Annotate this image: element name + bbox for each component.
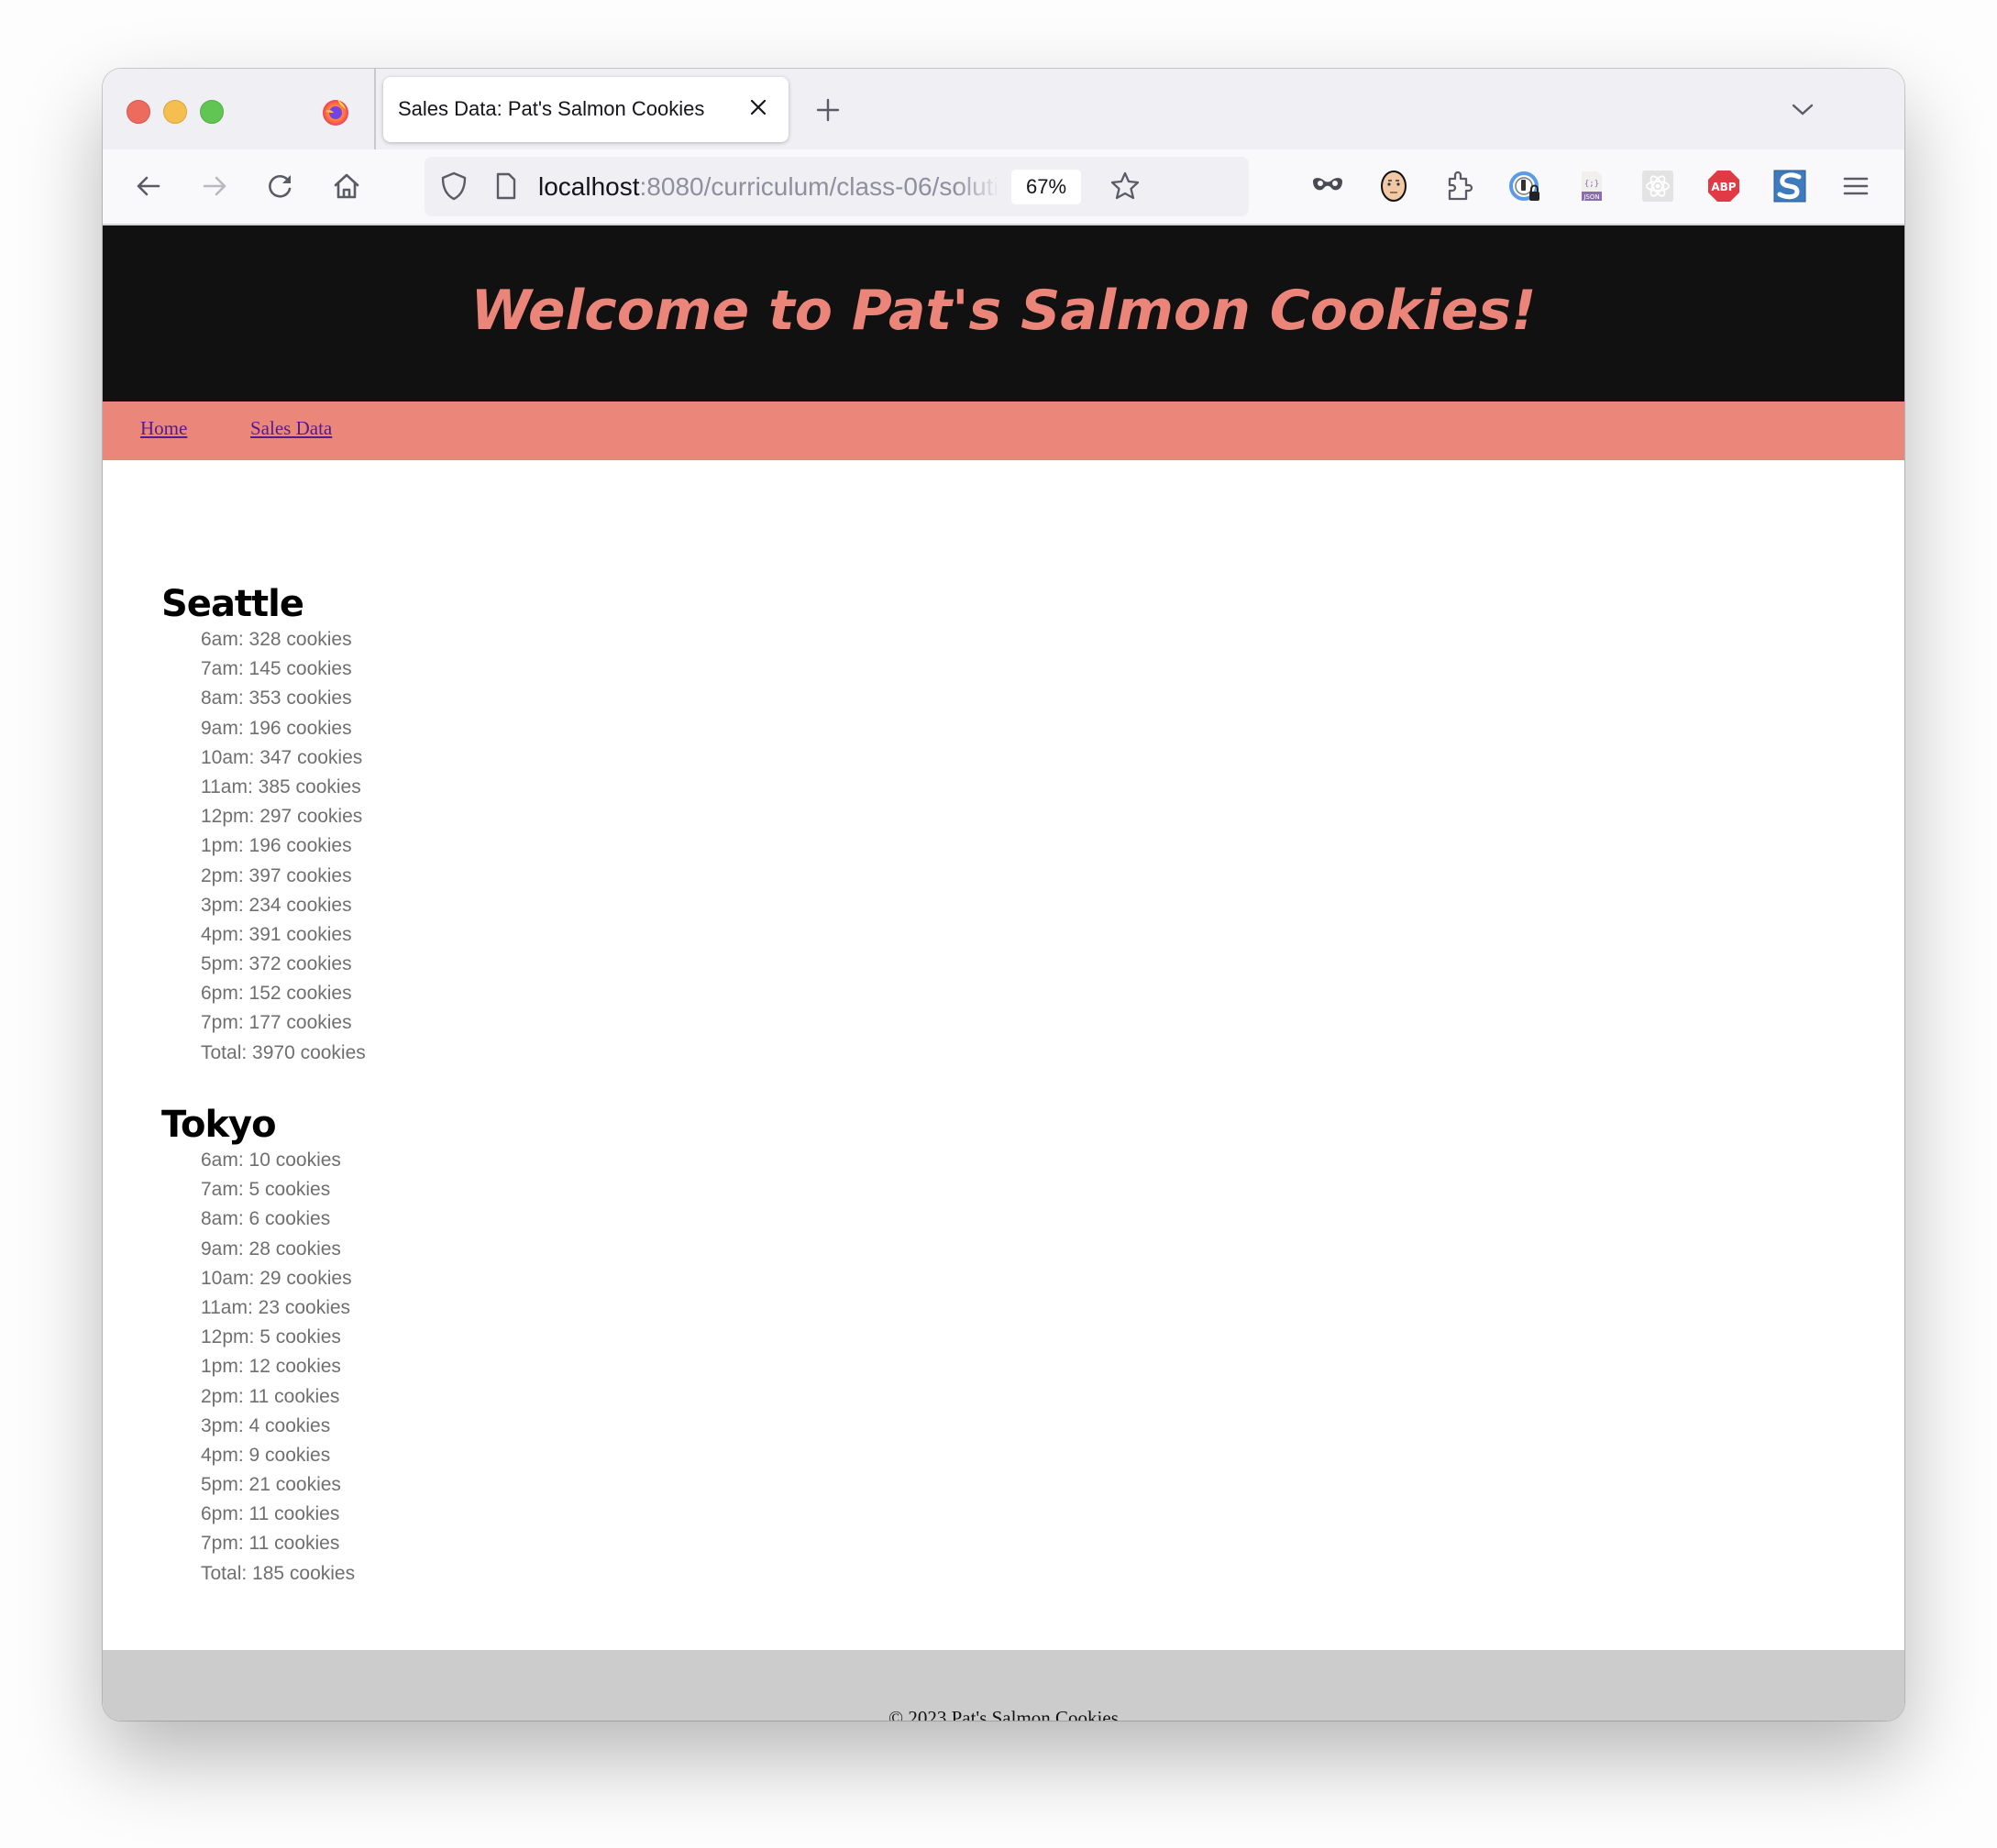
tab-sales-data[interactable]: Sales Data: Pat's Salmon Cookies [383,77,789,142]
firefox-logo-icon[interactable] [321,97,350,126]
react-devtools-icon[interactable] [1639,168,1676,204]
app-menu-hamburger-icon[interactable] [1837,168,1874,204]
list-item: 12pm: 297 cookies [201,806,363,828]
list-item: 9am: 28 cookies [201,1238,341,1260]
list-item: 6pm: 152 cookies [201,983,352,1005]
tab-divider [374,69,376,149]
url-text[interactable]: localhost:8080/curriculum/class-06/solut… [538,172,997,202]
browser-window: Sales Data: Pat's Salmon Cookies localho… [103,69,1904,1721]
list-item: 4pm: 391 cookies [201,923,352,945]
svg-text:{;}: {;} [1584,180,1599,189]
new-tab-icon[interactable] [814,96,842,124]
zoom-level-badge[interactable]: 67% [1011,170,1081,204]
svg-text:ABP: ABP [1711,181,1736,193]
incognito-mask-icon[interactable] [1309,168,1346,204]
list-item: 7pm: 177 cookies [201,1012,352,1034]
site-header: Welcome to Pat's Salmon Cookies! [103,226,1904,402]
list-item: 11am: 385 cookies [201,776,361,798]
store-tokyo: Tokyo 6am: 10 cookies 7am: 5 cookies 8am… [161,1104,355,1589]
url-path: :8080/curriculum/class-06/solution/sa [639,172,997,201]
url-fade [956,166,1002,207]
list-item: 11am: 23 cookies [201,1296,351,1318]
json-viewer-icon[interactable]: {;} JSON [1573,168,1610,204]
s-extension-icon[interactable] [1771,168,1808,204]
nav-link-sales-data[interactable]: Sales Data [250,417,332,440]
adblock-plus-icon[interactable]: ABP [1705,168,1742,204]
list-item: 1pm: 196 cookies [201,835,352,857]
list-item: 8am: 6 cookies [201,1208,331,1230]
list-item: 2pm: 397 cookies [201,864,352,886]
list-item: 10am: 347 cookies [201,746,363,768]
store-heading: Tokyo [161,1104,277,1146]
maximize-window-button[interactable] [200,100,224,124]
list-item: 6am: 328 cookies [201,629,352,650]
page-info-icon[interactable] [489,170,522,203]
site-title: Welcome to Pat's Salmon Cookies! [470,279,1537,343]
list-item: 10am: 29 cookies [201,1267,352,1289]
list-item: 2pm: 11 cookies [201,1385,340,1407]
close-tab-icon[interactable] [745,94,772,121]
list-item: 4pm: 9 cookies [201,1444,331,1466]
store-total: Total: 185 cookies [201,1562,356,1584]
store-sales-list: 6am: 10 cookies 7am: 5 cookies 8am: 6 co… [161,1146,355,1589]
list-item: 3pm: 234 cookies [201,894,352,916]
list-item: 3pm: 4 cookies [201,1414,331,1436]
list-item: 7am: 5 cookies [201,1179,331,1201]
list-item: 9am: 196 cookies [201,717,352,739]
store-heading: Seattle [161,583,304,625]
avatar-face-icon[interactable] [1375,168,1412,204]
site-nav: Home Sales Data [103,402,1904,460]
footer-copyright: © 2023 Pat's Salmon Cookies [888,1707,1119,1721]
tab-strip: Sales Data: Pat's Salmon Cookies [103,69,1904,149]
extensions-puzzle-icon[interactable] [1441,168,1478,204]
list-item: 8am: 353 cookies [201,688,352,710]
page-viewport: Welcome to Pat's Salmon Cookies! Home Sa… [103,226,1904,1721]
minimize-window-button[interactable] [163,100,187,124]
list-item: 12pm: 5 cookies [201,1326,341,1348]
back-arrow-icon[interactable] [132,170,165,203]
list-item: 5pm: 21 cookies [201,1474,341,1496]
site-footer: © 2023 Pat's Salmon Cookies [103,1650,1904,1721]
password-manager-lock-icon[interactable] [1507,168,1544,204]
close-window-button[interactable] [127,100,150,124]
bookmark-star-icon[interactable] [1109,170,1142,203]
list-item: 7am: 145 cookies [201,658,352,680]
store-total: Total: 3970 cookies [201,1041,366,1063]
forward-arrow-icon [203,176,226,196]
list-item: 1pm: 12 cookies [201,1356,341,1378]
nav-toolbar: localhost:8080/curriculum/class-06/solut… [103,149,1904,226]
tab-title: Sales Data: Pat's Salmon Cookies [398,97,705,120]
store-sales-list: 6am: 328 cookies 7am: 145 cookies 8am: 3… [161,625,366,1068]
nav-link-home[interactable]: Home [140,417,187,440]
list-item: 6pm: 11 cookies [201,1503,340,1525]
reload-icon[interactable] [264,170,297,203]
store-seattle: Seattle 6am: 328 cookies 7am: 145 cookie… [161,583,366,1068]
list-item: 6am: 10 cookies [201,1150,341,1171]
home-icon[interactable] [330,170,363,203]
list-all-tabs-chevron-down-icon[interactable] [1789,96,1816,124]
url-host: localhost [538,172,640,201]
list-item: 5pm: 372 cookies [201,953,352,975]
svg-text:JSON: JSON [1583,193,1599,201]
tracking-protection-shield-icon[interactable] [437,170,470,203]
list-item: 7pm: 11 cookies [201,1533,340,1555]
url-bar[interactable]: localhost:8080/curriculum/class-06/solut… [425,157,1249,216]
